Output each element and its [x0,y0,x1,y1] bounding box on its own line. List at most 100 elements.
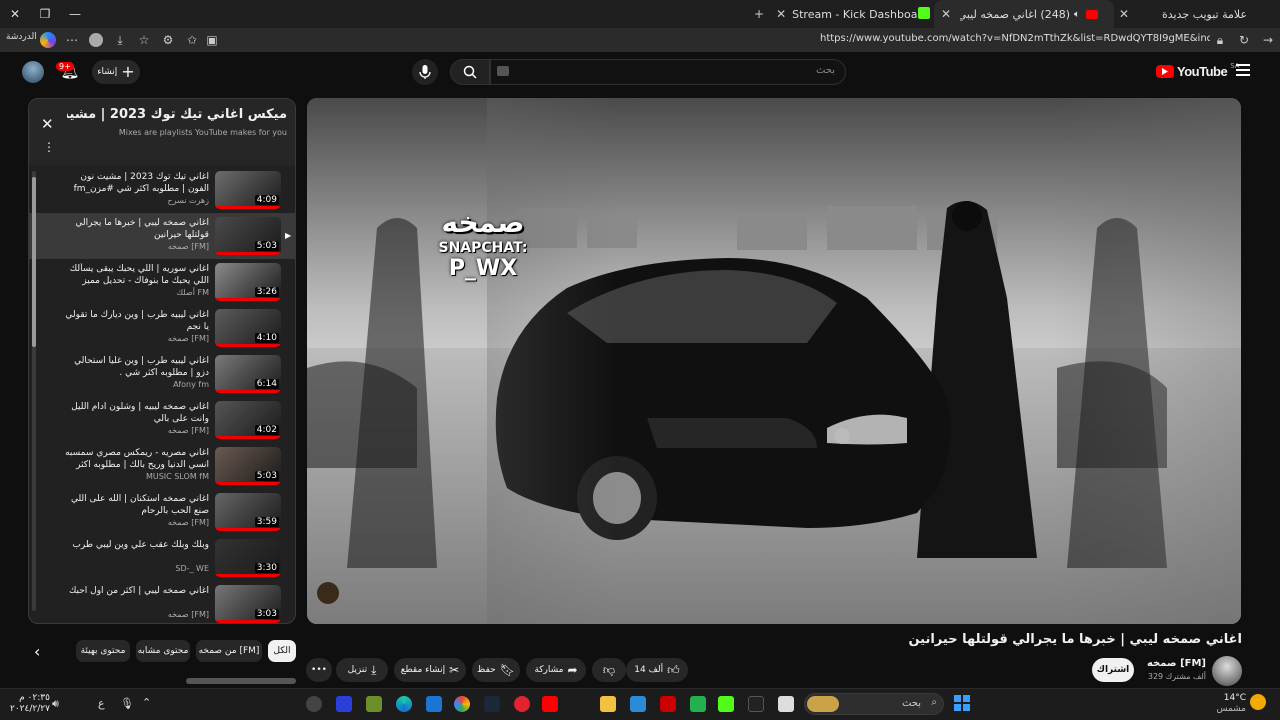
volume-icon[interactable]: 🔊︎ [52,697,59,711]
playlist-item[interactable]: 5:03 اغاني صمخه ليبي | خبرها ما يجرالي قو… [29,213,295,259]
channel-avatar[interactable] [1212,656,1242,686]
menu-icon[interactable] [1236,64,1250,76]
windows-start-icon[interactable] [954,695,970,711]
chevron-left-icon[interactable]: ‹ [34,642,40,661]
playlist-item[interactable]: 3:03 اغاني صمخه ليبي | اكثر من اول احبك صم… [29,581,295,623]
more-actions-button[interactable]: ••• [306,658,332,682]
search-input[interactable]: بحث [490,59,846,85]
playlist-item[interactable]: 5:03 اغاني مصريه - ريمكس مصري سمسبه انسي … [29,443,295,489]
microphone-icon[interactable]: 🎙︎ [120,697,134,710]
youtube-logo[interactable]: YouTube SA [1156,62,1240,79]
video-thumbnail[interactable]: 3:03 [215,585,281,623]
clock[interactable]: ٠٢:٣٥ م ٢٠٢٤/٢/٢٧ [10,693,50,715]
save-button[interactable]: حفظ 🔖︎ [472,658,520,682]
video-thumbnail[interactable]: 5:03 [215,217,281,255]
chrome-icon[interactable] [454,696,470,712]
lock-icon[interactable]: 🔒︎ [1212,32,1228,48]
app-icon-3[interactable] [366,696,382,712]
scrollbar-thumb[interactable] [32,177,36,347]
tab-new[interactable]: ✕ علامة تبويب جديدة [1114,0,1280,28]
more-icon[interactable]: ⋯ [64,32,80,48]
download-icon[interactable]: ⤓ [112,32,128,48]
defender-icon[interactable] [426,696,442,712]
tab-kick[interactable]: + ✕ Stream - Kick Dashboard [752,0,929,28]
playlist-item[interactable]: 4:10 اغاني ليبيه طرب | وين ديارك ما تقولي… [29,305,295,351]
favorites-icon[interactable]: ☆ [136,32,152,48]
video-thumbnail[interactable]: 3:26 [215,263,281,301]
video-thumbnail[interactable]: 3:30 [215,539,281,577]
close-window-icon[interactable]: ✕ [0,0,30,28]
create-button[interactable]: إنشاء + [92,60,140,84]
watch-progress-bar [215,344,281,347]
tab-youtube[interactable]: ✕ (248) اغاني صمخه ليبي | خبرها 🔈︎ [934,0,1114,28]
back-icon[interactable]: → [1260,32,1276,48]
video-thumbnail[interactable]: 4:02 [215,401,281,439]
chip-all[interactable]: الكل [268,640,296,662]
playlist-item[interactable]: 6:14 اغاني ليبيه طرب | وين غليا استحالي د… [29,351,295,397]
steam-icon[interactable] [484,696,500,712]
scrollbar[interactable] [32,171,36,611]
subscribe-button[interactable]: اشتراك [1092,658,1134,682]
video-thumbnail[interactable]: 4:10 [215,309,281,347]
chip-3[interactable]: محتوى بهيئة [76,640,130,662]
keyboard-icon[interactable] [497,66,509,76]
clip-button[interactable]: إنشاء مقطع ✂ [394,658,466,682]
minimize-window-icon[interactable]: — [60,0,90,28]
chip-scrollbar[interactable] [186,678,296,684]
extensions-icon[interactable]: ⚙ [160,32,176,48]
add-favorite-icon[interactable]: ✩ [184,32,200,48]
speaker-icon[interactable]: 🔈︎ [1074,9,1080,20]
dislike-button[interactable]: 👎︎ [592,658,626,682]
url-field[interactable]: https://www.youtube.com/watch?v=NfDN2mTt… [820,33,1210,44]
kick-app-icon[interactable] [718,696,734,712]
video-player[interactable]: صمخه SNAPCHAT: P_WX [307,98,1241,624]
edge-icon[interactable] [396,696,412,712]
avatar[interactable] [22,61,44,83]
video-thumbnail[interactable]: 3:59 [215,493,281,531]
app-icon-white[interactable] [778,696,794,712]
app-icon-1[interactable] [306,696,322,712]
playlist-item[interactable]: 3:26 اغاني سوريه | اللي يحبك يبقى يسألك ا… [29,259,295,305]
close-tab-icon[interactable]: ✕ [1116,6,1132,22]
like-button[interactable]: 14 ألف 👍︎ [626,658,688,682]
chip-2[interactable]: محتوى مشابه [136,640,190,662]
playlist-item[interactable]: 3:59 اغاني صمخه استكنان | الله على اللي ص… [29,489,295,535]
tab-label: علامة تبويب جديدة [1162,7,1248,21]
refresh-icon[interactable]: ↻ [1236,32,1252,48]
chevron-up-icon[interactable]: ⌃ [142,696,151,709]
app-icon-2[interactable] [336,696,352,712]
video-thumbnail[interactable]: 6:14 [215,355,281,393]
taskbar-search[interactable]: بحث ⌕ [804,693,944,715]
mail-icon[interactable] [630,696,646,712]
copilot-icon[interactable] [40,32,56,48]
split-screen-icon[interactable]: ▣ [204,32,220,48]
close-icon[interactable]: ✕ [41,115,54,133]
app-icon-green[interactable] [690,696,706,712]
playlist-item[interactable]: 3:30 وبلك وبلك عقب علي وين ليبي طرب SD-_ W… [29,535,295,581]
video-thumbnail[interactable]: 5:03 [215,447,281,485]
video-thumbnail[interactable]: 4:09 [215,171,281,209]
playlist-item[interactable]: 4:09 اغاني تيك توك 2023 | مشيت نون الفون … [29,167,295,213]
epic-icon[interactable] [748,696,764,712]
close-tab-icon[interactable]: ✕ [776,6,786,22]
weather[interactable]: 14°C مشمس [1216,693,1246,715]
chip-1[interactable]: من صمخه [FM] [196,640,262,662]
youtube-app-icon[interactable] [542,696,558,712]
playlist-item[interactable]: 4:02 اغاني صمخه ليبيه | وشلون ادام الليل … [29,397,295,443]
folder-icon[interactable] [600,696,616,712]
language-indicator[interactable]: ع [98,697,105,710]
more-options-icon[interactable]: ⋮ [43,141,55,153]
search-button[interactable] [450,59,490,85]
share-button[interactable]: مشاركة ➦ [526,658,586,682]
netflix-icon[interactable] [660,696,676,712]
profile-icon[interactable] [89,33,103,47]
close-tab-icon[interactable]: + [754,6,764,22]
mic-icon[interactable] [412,59,438,85]
channel-watermark[interactable] [317,582,339,604]
download-button[interactable]: تنزيل ⤓ [336,658,388,682]
channel-name[interactable]: صمخه [FM] [1140,658,1206,669]
profile-label[interactable]: الدردشة [6,32,37,42]
restore-window-icon[interactable]: ❐ [30,0,60,28]
opera-icon[interactable] [514,696,530,712]
close-tab-icon[interactable]: ✕ [938,6,954,22]
